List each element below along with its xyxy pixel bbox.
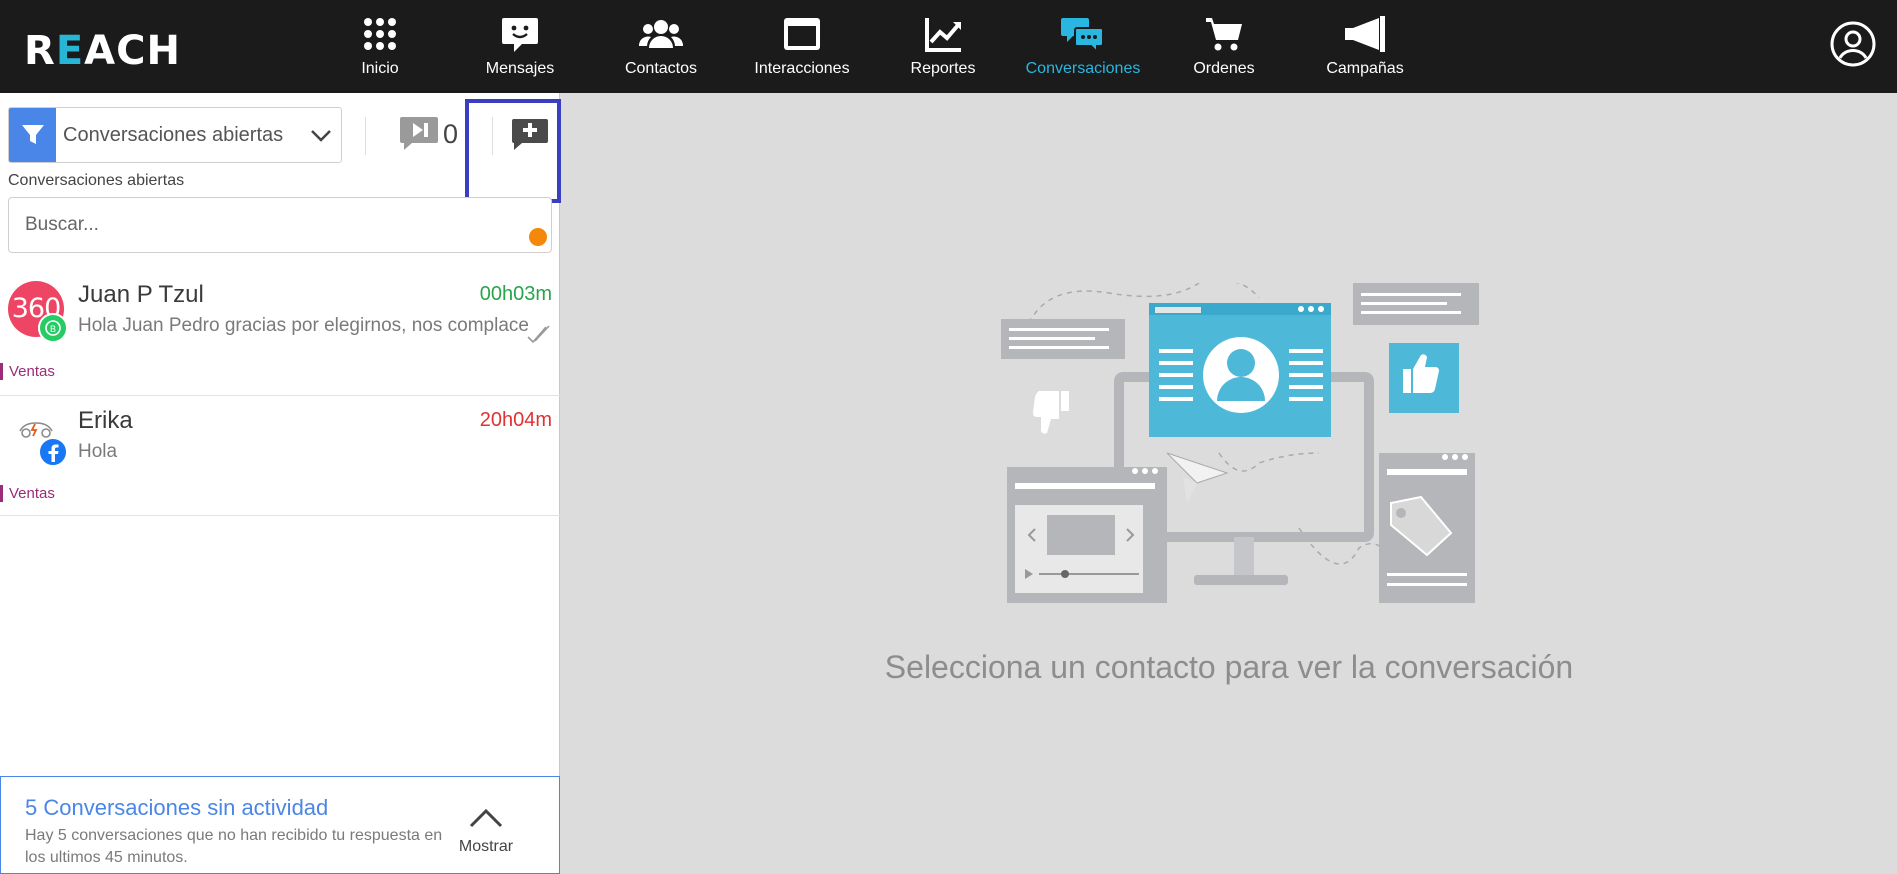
conversation-list-panel: Conversaciones abiertas 0 Conversaciones… (0, 93, 561, 874)
nav-label: Ordenes (1193, 60, 1255, 77)
nav-reportes[interactable]: Reportes (878, 10, 1008, 82)
conversation-tag: Ventas (0, 363, 55, 380)
nav-campanas[interactable]: Campañas (1300, 10, 1430, 82)
nav-label: Contactos (624, 60, 698, 77)
conversation-timer: 20h04m (479, 409, 552, 431)
empty-conversation-illustration (1001, 283, 1479, 603)
show-inactive-button[interactable]: Mostrar (446, 807, 526, 856)
filter-caption: Conversaciones abiertas (8, 172, 185, 189)
nav-label: Interacciones (754, 60, 850, 77)
nav-label: Conversaciones (1025, 60, 1141, 77)
last-message: Hola (78, 441, 118, 462)
nav-conversaciones[interactable]: Conversaciones (1017, 10, 1149, 82)
window-icon (784, 18, 820, 50)
user-circle-icon (1830, 21, 1876, 67)
inactive-title: 5 Conversaciones sin actividad (25, 795, 329, 820)
double-check-icon (527, 325, 550, 343)
facebook-icon (38, 437, 68, 467)
search-input[interactable] (8, 197, 552, 253)
cart-icon (1206, 18, 1242, 51)
grid-icon (364, 18, 396, 50)
user-profile-button[interactable] (1829, 20, 1877, 68)
nav-ordenes[interactable]: Ordenes (1159, 10, 1289, 82)
nav-contactos[interactable]: Contactos (596, 10, 726, 82)
chart-line-icon (925, 18, 961, 52)
app: REACH Inicio Mensajes Contactos Interacc… (0, 0, 1897, 874)
nav-label: Mensajes (485, 60, 555, 77)
chevron-up-icon (469, 808, 503, 828)
conversation-empty-state: Selecciona un contacto para ver la conve… (561, 93, 1897, 874)
megaphone-icon (1345, 16, 1385, 52)
reach-logo[interactable]: REACH (24, 28, 181, 74)
nav-mensajes[interactable]: Mensajes (455, 10, 585, 82)
whatsapp-icon: B (38, 313, 68, 343)
new-conversation-button[interactable] (512, 117, 548, 151)
skip-next-chat-icon (400, 117, 438, 150)
conversation-item[interactable]: 360 B Juan P Tzul 00h03m Hola Juan Pedro… (0, 281, 560, 396)
conversation-tag: Ventas (0, 485, 55, 502)
nav-label: Inicio (361, 60, 399, 77)
empty-state-message: Selecciona un contacto para ver la conve… (884, 649, 1574, 685)
conversation-filter-select[interactable]: Conversaciones abiertas (8, 107, 342, 163)
conversation-item[interactable]: Erika 20h04m Hola Ventas (0, 407, 560, 516)
inactive-description: Hay 5 conversaciones que no han recibido… (25, 827, 443, 866)
take-next-conversation-button[interactable] (400, 115, 440, 151)
conversation-timer: 00h03m (479, 283, 552, 305)
chat-plus-icon (512, 119, 548, 150)
chevron-down-icon (311, 130, 331, 142)
unread-indicator (529, 228, 547, 246)
contact-name: Erika (78, 407, 133, 434)
svg-text:B: B (50, 324, 56, 334)
nav-interacciones[interactable]: Interacciones (737, 10, 867, 82)
nav-label: Campañas (1326, 60, 1404, 77)
last-message: Hola Juan Pedro gracias por elegirnos, n… (78, 315, 528, 336)
filter-icon (9, 108, 56, 162)
divider (365, 117, 366, 155)
inactive-conversations-panel: 5 Conversaciones sin actividad Hay 5 con… (0, 776, 560, 874)
chat-bubbles-icon (1061, 18, 1104, 54)
filter-selected-value: Conversaciones abiertas (63, 124, 284, 146)
nav-label: Reportes (910, 60, 976, 77)
show-inactive-label: Mostrar (458, 838, 514, 855)
contact-name: Juan P Tzul (78, 281, 204, 308)
nav-inicio[interactable]: Inicio (315, 10, 445, 82)
message-smile-icon (502, 18, 538, 52)
users-icon (639, 20, 683, 48)
queue-count: 0 (443, 119, 459, 149)
top-navbar: REACH Inicio Mensajes Contactos Interacc… (0, 0, 1897, 93)
